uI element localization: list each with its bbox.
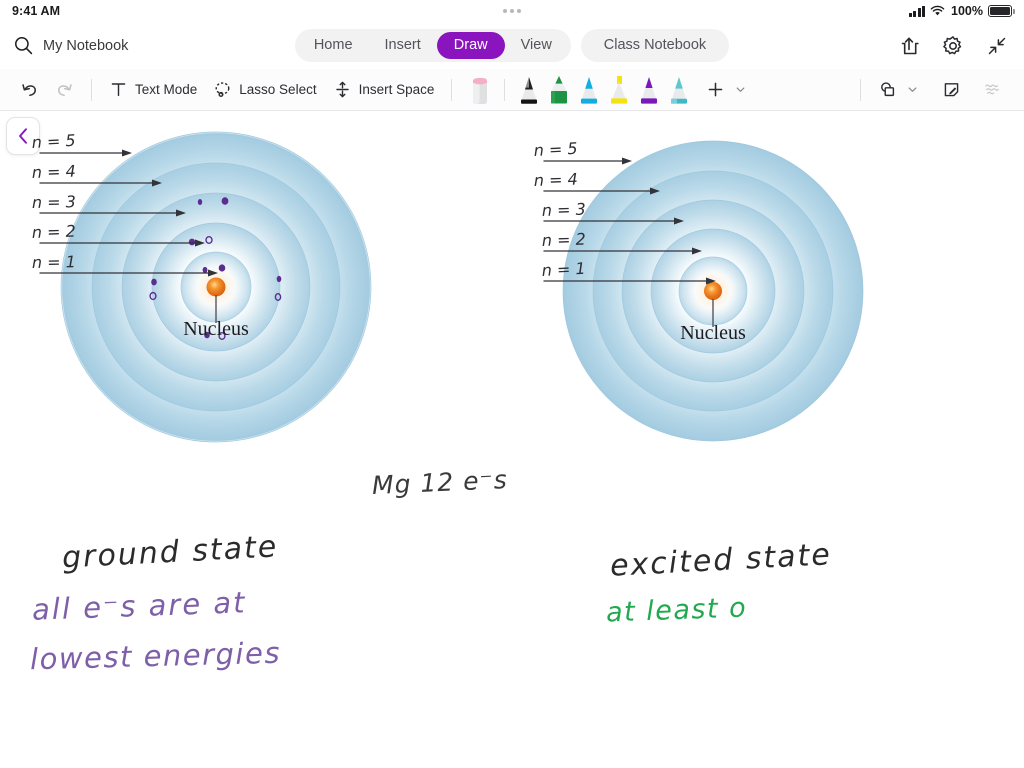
highlighter-teal-icon[interactable]: [664, 70, 694, 110]
tool-pen-black[interactable]: [514, 70, 544, 110]
toolbar-divider: [451, 78, 453, 101]
insert-space-label: Insert Space: [358, 82, 435, 97]
lasso-select-icon[interactable]: [213, 80, 232, 99]
nucleus-label-left: Nucleus: [183, 318, 249, 340]
ink-label-excited-state: excited state: [609, 537, 833, 584]
toolbar-divider: [504, 78, 506, 101]
ink-note-element-electrons: Mg 12 e⁻s: [371, 465, 509, 500]
tab-draw[interactable]: Draw: [436, 32, 505, 59]
window-handle: [0, 0, 1024, 22]
insert-space-button[interactable]: Insert Space: [325, 75, 443, 105]
lasso-select-label: Lasso Select: [239, 82, 317, 97]
highlighter-yellow-icon[interactable]: [604, 70, 634, 110]
ink-note-ground-line1: all e⁻s are at: [31, 585, 248, 627]
tool-pen-purple[interactable]: [634, 70, 664, 110]
tool-pen-green[interactable]: [544, 70, 574, 110]
tab-insert[interactable]: Insert: [369, 32, 437, 59]
left-shell-arrows: n = 5 n = 4 n = 3 n = 2 n = 1: [31, 133, 218, 277]
pen-green-icon[interactable]: [544, 70, 574, 110]
battery-icon: [988, 5, 1015, 17]
redo-button: [47, 75, 82, 105]
toolbar-right-group: [851, 75, 1024, 105]
tool-highlighter-teal[interactable]: [664, 70, 694, 110]
shell-label-n5-left: n = 5: [31, 133, 76, 152]
shell-label-n2-left: n = 2: [31, 221, 76, 242]
text-mode-label: Text Mode: [135, 82, 198, 97]
shell-label-n1-left: n = 1: [32, 252, 76, 272]
insert-space-icon[interactable]: [333, 80, 352, 99]
redo-icon: [58, 84, 72, 96]
shapes-icon[interactable]: [878, 80, 897, 99]
sticky-note-icon[interactable]: [942, 80, 961, 99]
sticky-note-button[interactable]: [934, 75, 969, 105]
chevron-down-icon[interactable]: [735, 84, 746, 95]
primary-tab-group: Home Insert Draw View: [294, 29, 571, 62]
window-drag-dots-icon: [503, 9, 521, 13]
text-mode-icon[interactable]: [109, 80, 128, 99]
plus-icon[interactable]: [706, 80, 725, 99]
tool-pen-cyan[interactable]: [574, 70, 604, 110]
note-canvas[interactable]: Nucleus n = 5 n = 4 n = 3 n = 2 n = 1 Nu…: [0, 111, 1024, 768]
status-time: 9:41 AM: [12, 4, 61, 18]
shell-label-n4-left: n = 4: [31, 161, 76, 182]
chevron-down-icon[interactable]: [907, 84, 918, 95]
text-mode-button[interactable]: Text Mode: [101, 75, 205, 105]
ink-squiggle-icon: [985, 84, 999, 95]
shell-label-n5-right: n = 5: [533, 141, 578, 160]
pen-cyan-icon[interactable]: [574, 70, 604, 110]
tab-view[interactable]: View: [505, 32, 568, 59]
ink-squiggle-button[interactable]: [975, 75, 1010, 105]
toolbar-divider: [860, 78, 861, 101]
nucleus-label-right: Nucleus: [680, 322, 746, 344]
undo-icon[interactable]: [20, 80, 39, 99]
wifi-icon: [930, 5, 945, 16]
ribbon-tabs: Home Insert Draw View Class Notebook: [0, 29, 1024, 62]
status-bar: 9:41 AM 100%: [0, 0, 1024, 22]
right-shell-arrows: n = 5 n = 4 n = 3 n = 2 n = 1: [533, 141, 716, 285]
shell-label-n2-right: n = 2: [541, 229, 586, 250]
undo-button[interactable]: [12, 75, 47, 105]
ink-note-ground-line2: lowest energies: [29, 635, 282, 677]
draw-toolbar: Text Mode Lasso Select Insert Space: [0, 69, 1024, 111]
class-notebook-tab-group: Class Notebook: [580, 29, 730, 62]
ink-label-ground-state: ground state: [61, 529, 280, 576]
shell-label-n3-left: n = 3: [32, 192, 76, 212]
status-indicators: 100%: [908, 4, 1015, 18]
add-pen-button[interactable]: [698, 75, 754, 105]
shell-label-n3-right: n = 3: [541, 199, 586, 220]
tool-eraser[interactable]: [465, 70, 495, 110]
tool-highlighter-yellow[interactable]: [604, 70, 634, 110]
shell-label-n4-right: n = 4: [533, 169, 578, 190]
cellular-signal-icon: [908, 5, 926, 17]
tab-home[interactable]: Home: [298, 32, 369, 59]
shell-label-n1-right: n = 1: [541, 259, 586, 280]
lasso-select-button[interactable]: Lasso Select: [205, 75, 324, 105]
ink-note-excited-line1: at least o: [605, 592, 748, 629]
ribbon-bar: My Notebook Home Insert Draw View Class …: [0, 22, 1024, 69]
shapes-button[interactable]: [870, 75, 926, 105]
eraser-icon[interactable]: [465, 70, 495, 110]
pen-purple-icon[interactable]: [634, 70, 664, 110]
battery-percent: 100%: [951, 4, 983, 18]
pen-black-icon[interactable]: [514, 70, 544, 110]
toolbar-divider: [91, 78, 92, 101]
tab-class-notebook[interactable]: Class Notebook: [584, 32, 726, 59]
